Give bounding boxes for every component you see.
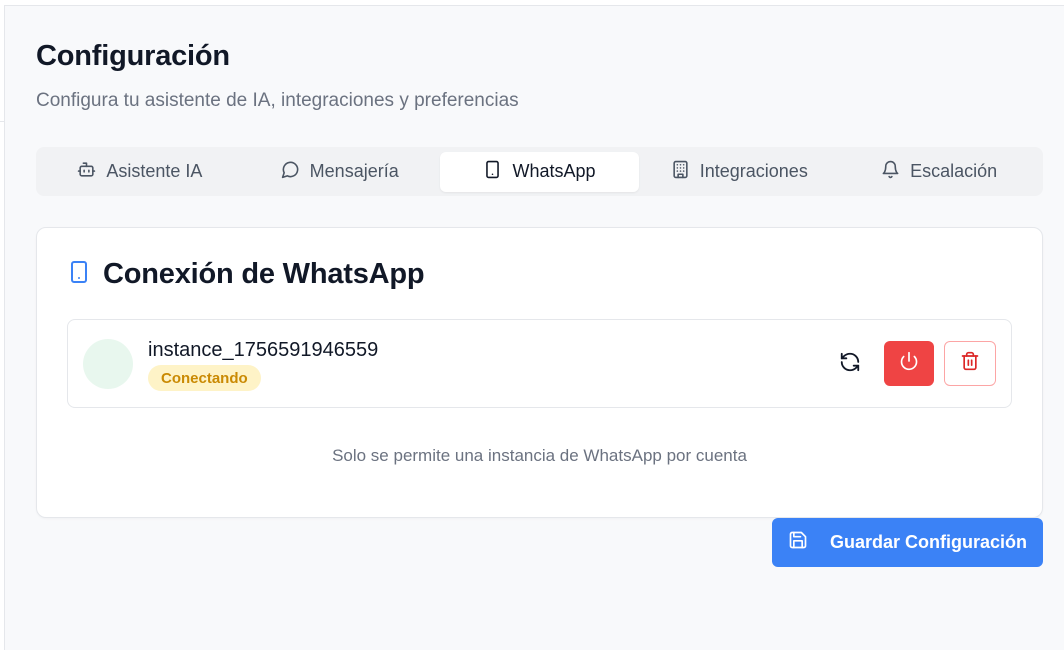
tab-label: Escalación	[910, 161, 998, 181]
power-icon	[899, 351, 919, 376]
instance-row: instance_1756591946559 Conectando	[67, 319, 1012, 408]
settings-page: Configuración Configura tu asistente de …	[4, 5, 1064, 650]
tab-label: Integraciones	[699, 161, 808, 181]
page-subtitle: Configura tu asistente de IA, integracio…	[36, 90, 519, 111]
card-title: Conexión de WhatsApp	[103, 258, 425, 290]
status-badge: Conectando	[148, 365, 261, 391]
delete-instance-button[interactable]	[944, 341, 996, 386]
card-header: Conexión de WhatsApp	[69, 258, 425, 291]
disconnect-button[interactable]	[884, 341, 934, 386]
message-circle-icon	[281, 160, 300, 184]
avatar	[83, 339, 133, 389]
bell-icon	[881, 160, 900, 184]
instance-limit-note: Solo se permite una instancia de WhatsAp…	[332, 446, 747, 465]
tab-mensajeria[interactable]: Mensajería	[240, 152, 440, 192]
save-icon	[788, 530, 808, 555]
building-icon	[671, 160, 690, 184]
tab-label: WhatsApp	[512, 161, 596, 181]
page-title: Configuración	[36, 40, 230, 72]
smartphone-icon	[483, 160, 502, 184]
tab-integraciones[interactable]: Integraciones	[639, 152, 839, 192]
tab-asistente-ia[interactable]: Asistente IA	[40, 152, 240, 192]
settings-tabs: Asistente IA Mensajería WhatsApp Integra…	[36, 147, 1043, 196]
trash-icon	[960, 351, 980, 376]
smartphone-icon	[69, 260, 89, 289]
save-config-label: Guardar Configuración	[829, 532, 1027, 552]
refresh-icon	[839, 351, 861, 378]
bot-icon	[77, 160, 96, 184]
tab-whatsapp[interactable]: WhatsApp	[439, 151, 640, 192]
instance-name: instance_1756591946559	[148, 339, 379, 361]
tab-label: Asistente IA	[106, 161, 203, 181]
refresh-button[interactable]	[833, 347, 867, 381]
tab-label: Mensajería	[309, 161, 399, 181]
whatsapp-connection-card: Conexión de WhatsApp instance_1756591946…	[36, 227, 1043, 518]
save-config-button[interactable]: Guardar Configuración	[772, 518, 1043, 567]
tab-escalacion[interactable]: Escalación	[839, 152, 1039, 192]
